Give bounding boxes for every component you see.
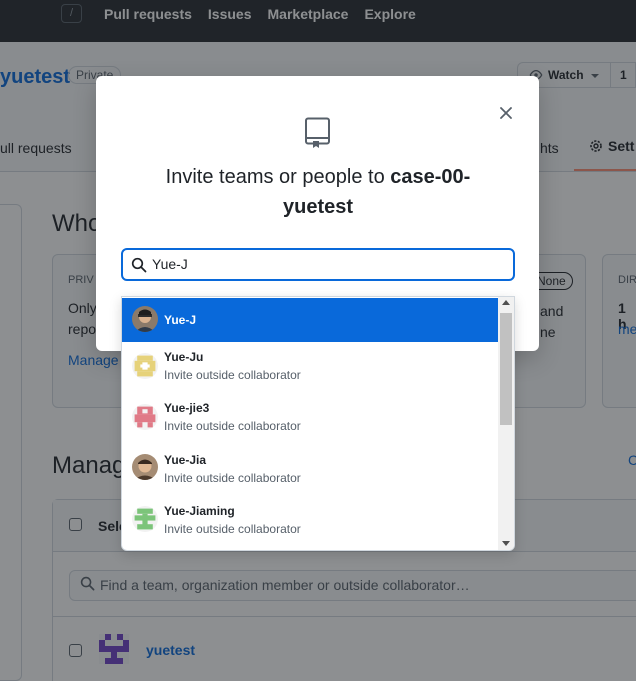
- suggestion-item-yue-jie3[interactable]: Yue-jie3 Invite outside collaborator: [122, 395, 498, 439]
- scrollbar-thumb[interactable]: [500, 313, 512, 425]
- user-photo-avatar: [132, 454, 158, 480]
- dialog-repo-name-part1: case-00-: [390, 166, 471, 188]
- scroll-up-arrow-icon[interactable]: [502, 300, 510, 305]
- search-icon: [131, 257, 147, 273]
- suggestion-item-yue-jia[interactable]: Yue-Jia Invite outside collaborator: [122, 447, 498, 491]
- user-photo-avatar: [132, 306, 158, 332]
- suggestion-name: Yue-jie3: [164, 401, 210, 415]
- repo-icon: [305, 117, 330, 148]
- identicon-avatar: [132, 506, 158, 532]
- suggestions-list: Yue-J Yue-Ju Invite outside collaborator…: [121, 296, 515, 551]
- suggestion-subtext: Invite outside collaborator: [164, 368, 301, 382]
- dialog-repo-name-part2: yuetest: [282, 196, 354, 218]
- invite-search-value: Yue-J: [152, 256, 188, 272]
- suggestion-item-yue-j[interactable]: Yue-J: [122, 298, 498, 342]
- identicon-avatar: [132, 353, 158, 379]
- suggestion-item-yue-ju[interactable]: Yue-Ju Invite outside collaborator: [122, 344, 498, 388]
- dialog-title-prefix: Invite teams or people to: [165, 166, 391, 188]
- suggestion-name: Yue-J: [164, 313, 197, 327]
- dialog-title: Invite teams or people to case-00- yuetes…: [140, 162, 496, 222]
- suggestion-subtext: Invite outside collaborator: [164, 522, 301, 536]
- suggestion-item-yue-jiaming[interactable]: Yue-Jiaming Invite outside collaborator: [122, 498, 498, 542]
- suggestion-name: Yue-Jiaming: [164, 504, 235, 518]
- suggestion-name: Yue-Ju: [164, 350, 204, 364]
- close-icon[interactable]: [496, 103, 516, 123]
- scroll-down-arrow-icon[interactable]: [502, 541, 510, 546]
- suggestion-subtext: Invite outside collaborator: [164, 419, 301, 433]
- suggestion-subtext: Invite outside collaborator: [164, 471, 301, 485]
- identicon-avatar: [132, 404, 158, 430]
- suggestion-name: Yue-Jia: [164, 453, 207, 467]
